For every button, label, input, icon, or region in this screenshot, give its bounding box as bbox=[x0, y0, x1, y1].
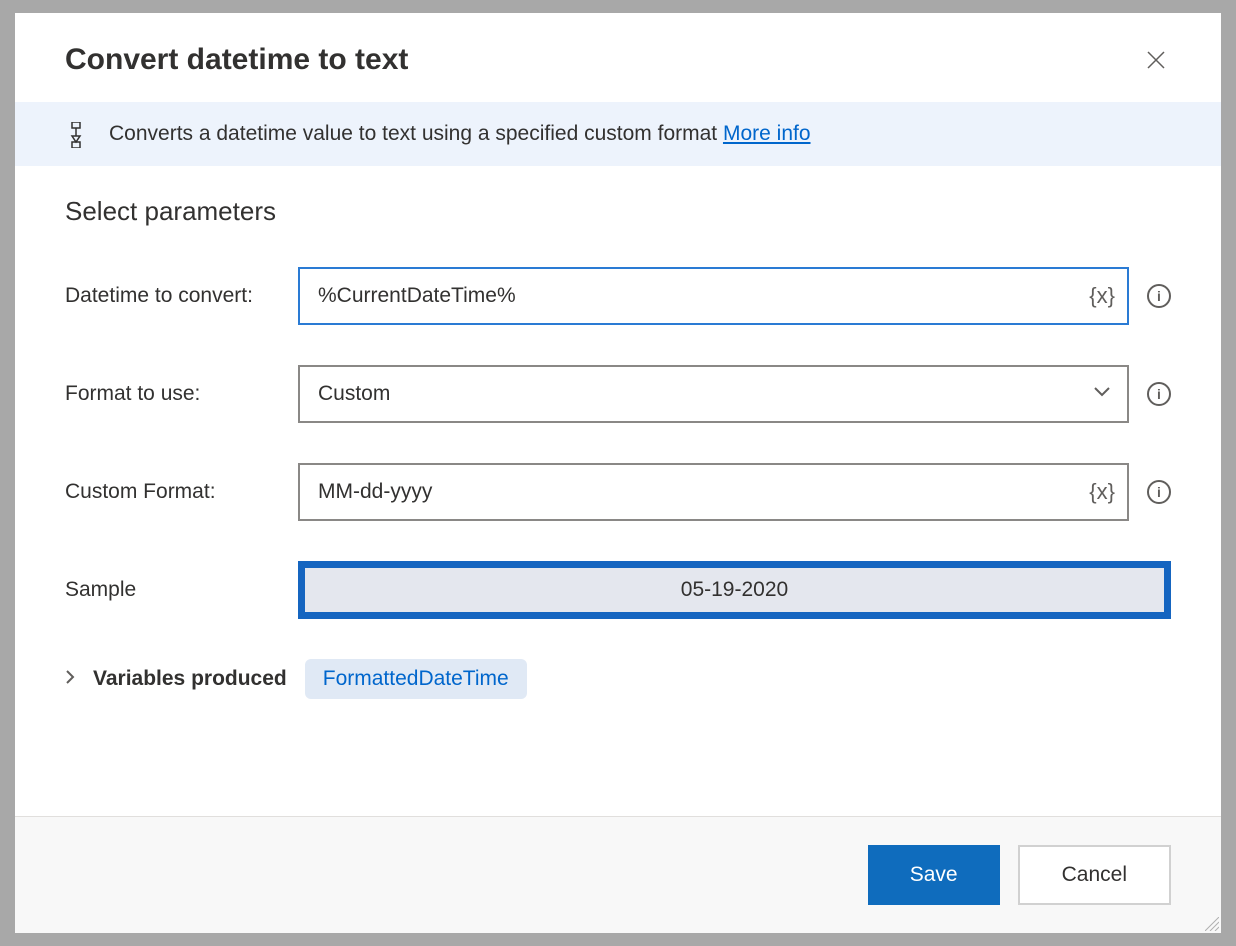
resize-handle[interactable] bbox=[1205, 917, 1219, 931]
action-icon bbox=[65, 122, 89, 146]
sample-output: 05-19-2020 bbox=[298, 561, 1171, 619]
variable-picker-icon[interactable]: {x} bbox=[1089, 479, 1115, 505]
sample-label: Sample bbox=[65, 578, 280, 602]
section-title: Select parameters bbox=[65, 196, 1171, 227]
info-icon[interactable]: i bbox=[1147, 480, 1171, 504]
variables-produced-label: Variables produced bbox=[93, 667, 287, 691]
variable-badge[interactable]: FormattedDateTime bbox=[305, 659, 527, 699]
convert-datetime-dialog: Convert datetime to text Converts a date… bbox=[15, 13, 1221, 933]
chevron-down-icon bbox=[1093, 385, 1111, 403]
variable-picker-icon[interactable]: {x} bbox=[1089, 283, 1115, 309]
format-to-use-select[interactable]: Custom bbox=[298, 365, 1129, 423]
format-select-wrapper: Custom bbox=[298, 365, 1129, 423]
datetime-input-wrapper: {x} bbox=[298, 267, 1129, 325]
datetime-to-convert-input[interactable] bbox=[298, 267, 1129, 325]
custom-format-row: Custom Format: {x} i bbox=[65, 463, 1171, 521]
info-icon[interactable]: i bbox=[1147, 382, 1171, 406]
datetime-to-convert-label: Datetime to convert: bbox=[65, 284, 280, 308]
datetime-to-convert-row: Datetime to convert: {x} i bbox=[65, 267, 1171, 325]
banner-text: Converts a datetime value to text using … bbox=[109, 122, 811, 146]
custom-format-label: Custom Format: bbox=[65, 480, 280, 504]
custom-format-input[interactable] bbox=[298, 463, 1129, 521]
sample-row: Sample 05-19-2020 bbox=[65, 561, 1171, 619]
custom-format-input-wrapper: {x} bbox=[298, 463, 1129, 521]
dialog-content: Select parameters Datetime to convert: {… bbox=[15, 166, 1221, 816]
variables-produced-row: Variables produced FormattedDateTime bbox=[65, 659, 1171, 699]
info-banner: Converts a datetime value to text using … bbox=[15, 102, 1221, 166]
close-button[interactable] bbox=[1141, 45, 1171, 75]
save-button[interactable]: Save bbox=[868, 845, 1000, 905]
info-icon[interactable]: i bbox=[1147, 284, 1171, 308]
format-to-use-label: Format to use: bbox=[65, 382, 280, 406]
chevron-right-icon[interactable] bbox=[65, 669, 75, 690]
format-to-use-row: Format to use: Custom i bbox=[65, 365, 1171, 423]
dialog-footer: Save Cancel bbox=[15, 816, 1221, 933]
dialog-header: Convert datetime to text bbox=[15, 13, 1221, 102]
close-icon bbox=[1146, 50, 1166, 70]
more-info-link[interactable]: More info bbox=[723, 122, 811, 145]
dialog-title: Convert datetime to text bbox=[65, 43, 408, 77]
cancel-button[interactable]: Cancel bbox=[1018, 845, 1171, 905]
